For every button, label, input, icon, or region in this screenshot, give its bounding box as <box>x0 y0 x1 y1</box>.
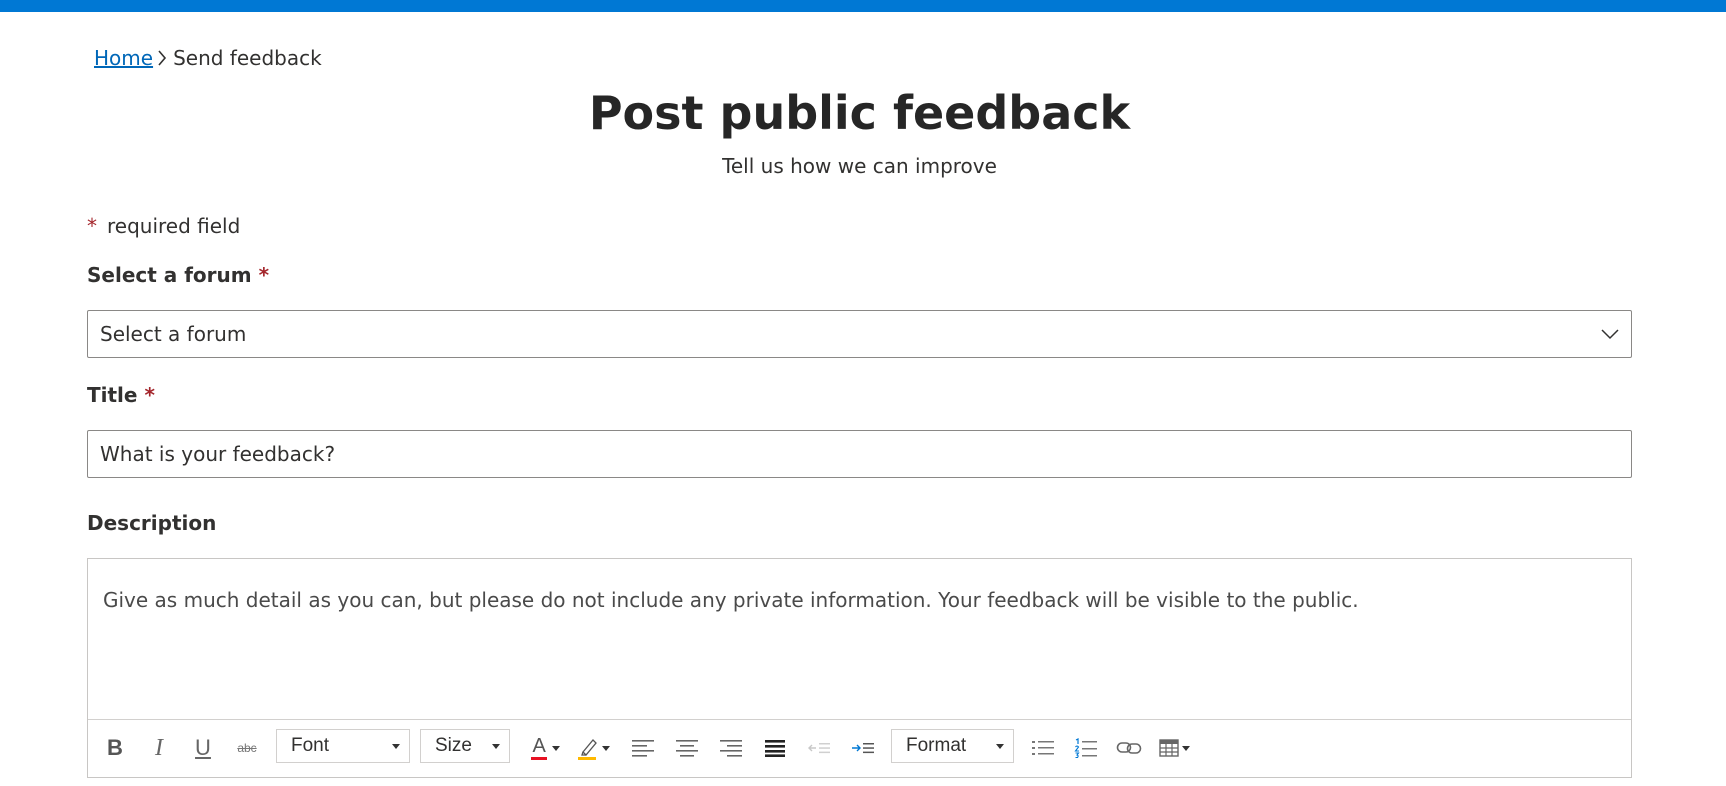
breadcrumb-home-link[interactable]: Home <box>94 46 153 70</box>
insert-link-button[interactable] <box>1114 730 1144 766</box>
chevron-down-icon <box>1599 323 1621 350</box>
insert-table-button[interactable] <box>1154 730 1194 766</box>
font-dropdown-label: Font <box>291 735 330 756</box>
strikethrough-button[interactable]: abc <box>231 730 263 766</box>
forum-select[interactable]: Select a forum <box>87 310 1632 358</box>
caret-down-icon <box>551 745 560 751</box>
font-color-button[interactable]: A <box>528 730 562 766</box>
indent-button[interactable] <box>848 730 878 766</box>
caret-down-icon <box>996 744 1004 749</box>
description-textarea[interactable]: Give as much detail as you can, but plea… <box>103 587 1359 613</box>
align-center-icon <box>676 740 698 757</box>
breadcrumb: Home Send feedback <box>94 46 322 70</box>
caret-down-icon <box>492 744 500 749</box>
forum-select-value: Select a forum <box>100 322 247 346</box>
page-subtitle: Tell us how we can improve <box>722 154 997 178</box>
breadcrumb-current: Send feedback <box>173 46 322 70</box>
forum-label-text: Select a forum <box>87 263 252 287</box>
title-required-star: * <box>144 383 155 407</box>
font-dropdown[interactable]: Font <box>276 729 410 763</box>
strikethrough-icon: abc <box>237 741 257 755</box>
table-icon <box>1158 739 1179 757</box>
caret-down-icon <box>1181 745 1190 751</box>
underline-icon: U <box>195 735 211 760</box>
font-color-swatch <box>530 757 547 760</box>
editor-toolbar: B I U abc Font Size A Format <box>88 719 1631 777</box>
underline-button[interactable]: U <box>189 730 217 766</box>
description-editor: Give as much detail as you can, but plea… <box>87 558 1632 778</box>
format-dropdown[interactable]: Format <box>891 729 1014 763</box>
outdent-button[interactable] <box>804 730 834 766</box>
outdent-icon <box>808 743 830 754</box>
title-input-placeholder: What is your feedback? <box>100 442 336 466</box>
size-dropdown[interactable]: Size <box>420 729 510 763</box>
link-icon <box>1116 742 1142 754</box>
numbered-list-icon <box>1074 738 1097 758</box>
align-right-icon <box>720 740 742 757</box>
forum-label: Select a forum * <box>87 262 269 288</box>
bulleted-list-icon <box>1032 741 1054 755</box>
title-label-text: Title <box>87 383 138 407</box>
numbered-list-button[interactable] <box>1071 730 1101 766</box>
description-label-text: Description <box>87 511 217 535</box>
caret-down-icon <box>392 744 400 749</box>
highlight-color-button[interactable] <box>576 730 612 766</box>
indent-icon <box>852 743 874 754</box>
top-accent-bar <box>0 0 1726 12</box>
justify-button[interactable] <box>760 730 790 766</box>
chevron-right-icon <box>153 46 171 70</box>
title-label: Title * <box>87 382 155 408</box>
justify-icon <box>765 740 785 757</box>
italic-button[interactable]: I <box>145 730 173 766</box>
required-field-note: * required field <box>87 213 240 239</box>
align-right-button[interactable] <box>716 730 746 766</box>
bold-icon: B <box>107 735 123 760</box>
required-star: * <box>87 214 97 238</box>
bold-button[interactable]: B <box>101 730 129 766</box>
title-input[interactable]: What is your feedback? <box>87 430 1632 478</box>
size-dropdown-label: Size <box>435 735 472 756</box>
font-color-glyph: A <box>532 735 546 757</box>
align-left-icon <box>632 740 654 757</box>
align-center-button[interactable] <box>672 730 702 766</box>
highlighter-icon <box>578 739 597 760</box>
required-note-text: required field <box>107 214 241 238</box>
font-color-icon: A <box>530 735 549 761</box>
description-label: Description <box>87 510 216 536</box>
align-left-button[interactable] <box>628 730 658 766</box>
page-title: Post public feedback <box>588 86 1131 140</box>
italic-icon: I <box>155 734 163 761</box>
forum-required-star: * <box>258 263 270 287</box>
bulleted-list-button[interactable] <box>1028 730 1058 766</box>
format-dropdown-label: Format <box>906 735 967 756</box>
caret-down-icon <box>602 745 610 751</box>
